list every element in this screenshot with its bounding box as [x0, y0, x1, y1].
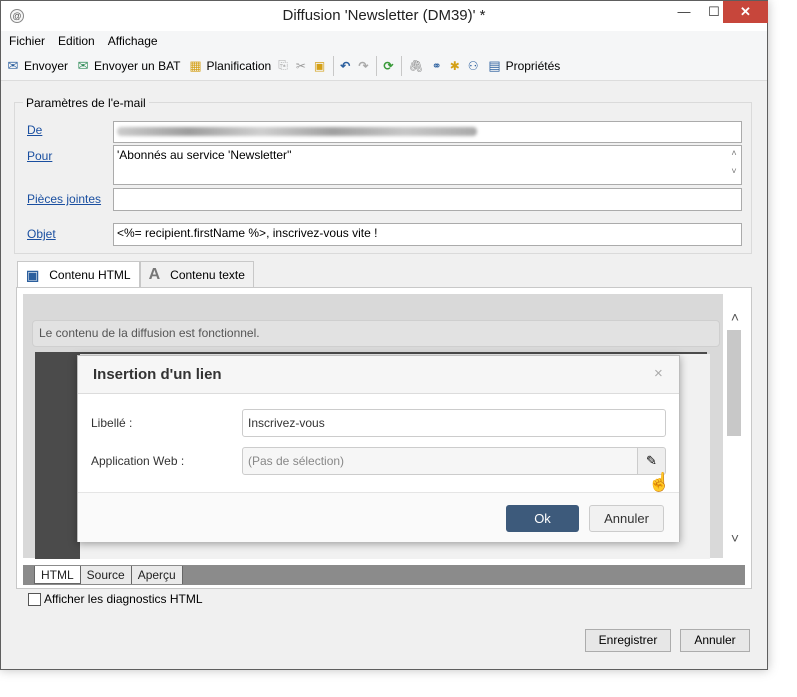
paste-icon[interactable]: ▣: [314, 59, 325, 73]
dialog-cancel-button[interactable]: Annuler: [589, 505, 664, 532]
from-link[interactable]: De: [27, 123, 42, 137]
scroll-down-icon[interactable]: ˅: [726, 530, 744, 546]
send-button[interactable]: ✉ Envoyer: [5, 58, 68, 74]
cancel-button[interactable]: Annuler: [680, 629, 750, 652]
copy-icon[interactable]: ⎘: [278, 58, 288, 73]
subject-link[interactable]: Objet: [27, 227, 56, 241]
label-input[interactable]: Inscrivez-vous: [242, 409, 666, 437]
title-bar: @ Diffusion 'Newsletter (DM39)' * — ☐ ✕: [1, 1, 768, 31]
attachment-icon[interactable]: 🖇: [408, 59, 423, 73]
to-link[interactable]: Pour: [27, 149, 52, 163]
menu-bar: Fichier Edition Affichage: [1, 31, 767, 51]
menu-fichier[interactable]: Fichier: [9, 34, 45, 48]
tab-text-content[interactable]: A Contenu texte: [139, 261, 254, 287]
to-field[interactable]: 'Abonnés au service 'Newsletter'' ˄ ˅: [113, 145, 742, 185]
label-field-label: Libellé :: [91, 416, 133, 430]
hand-cursor-icon: ☝: [648, 472, 671, 492]
tracking-icon[interactable]: ⚇: [468, 59, 479, 73]
content-tabs: ▣ Contenu HTML A Contenu texte: [17, 261, 254, 288]
dialog-title: Insertion d'un lien: [93, 366, 222, 383]
dialog-header: Insertion d'un lien ×: [78, 356, 679, 394]
diagnostics-label: Afficher les diagnostics HTML: [44, 592, 203, 606]
send-label: Envoyer: [24, 58, 69, 73]
send-proof-label: Envoyer un BAT: [94, 58, 181, 73]
diagnostics-option[interactable]: Afficher les diagnostics HTML: [28, 592, 203, 606]
blurred-address: [117, 127, 477, 136]
gift-icon[interactable]: ✱: [450, 59, 460, 73]
editor-scroll-thumb[interactable]: [727, 330, 741, 436]
webapp-input[interactable]: (Pas de sélection): [242, 447, 638, 475]
text-a-icon: A: [148, 265, 161, 283]
email-parameters-title: Paramètres de l'e-mail: [23, 96, 149, 110]
menu-affichage[interactable]: Affichage: [108, 34, 158, 48]
email-parameters-group: Paramètres de l'e-mail De Pour 'Abonnés …: [14, 96, 752, 254]
send-proof-button[interactable]: ✉ Envoyer un BAT: [75, 57, 181, 74]
link-icon[interactable]: ⚭: [432, 59, 442, 73]
cut-icon[interactable]: ✂: [296, 59, 306, 73]
calendar-icon: ▦: [189, 57, 202, 73]
pencil-icon[interactable]: ✎: [637, 447, 666, 475]
diagnostics-checkbox[interactable]: [28, 592, 41, 606]
status-message: Le contenu de la diffusion est fonctionn…: [32, 320, 720, 347]
properties-label: Propriétés: [505, 58, 561, 73]
editor-mode-bar: HTML Source Aperçu: [23, 565, 745, 585]
webapp-field-label: Application Web :: [91, 454, 185, 468]
close-button[interactable]: ✕: [723, 1, 768, 23]
refresh-icon[interactable]: ⟳: [383, 59, 393, 73]
scroll-up-icon[interactable]: ˄: [726, 309, 744, 325]
to-value: 'Abonnés au service 'Newsletter'': [117, 148, 292, 162]
tab-html-label: Contenu HTML: [49, 268, 131, 282]
tab-html-content[interactable]: ▣ Contenu HTML: [17, 261, 140, 288]
redo-icon[interactable]: ↷: [358, 59, 368, 73]
envelope-icon: ✉: [7, 57, 19, 73]
properties-button[interactable]: ▤ Propriétés: [487, 57, 561, 74]
to-field-scrollbar[interactable]: ˄ ˅: [727, 146, 741, 184]
subject-field[interactable]: <%= recipient.firstName %>, inscrivez-vo…: [113, 223, 742, 246]
toolbar-separator: [333, 55, 335, 76]
toolbar: ✉ Envoyer ✉ Envoyer un BAT ▦ Planificati…: [1, 51, 767, 81]
html-doc-icon: ▣: [26, 266, 40, 283]
window-title: Diffusion 'Newsletter (DM39)' *: [282, 7, 486, 24]
ok-button[interactable]: Ok: [506, 505, 579, 532]
minimize-button[interactable]: —: [669, 1, 699, 23]
undo-icon[interactable]: ↶: [340, 59, 350, 73]
mode-source[interactable]: Source: [80, 566, 132, 584]
insert-link-dialog: Insertion d'un lien × Libellé : Inscrive…: [77, 355, 680, 542]
envelope-check-icon: ✉: [77, 57, 89, 73]
tab-text-label: Contenu texte: [170, 267, 245, 282]
save-button[interactable]: Enregistrer: [585, 629, 671, 652]
mode-preview[interactable]: Aperçu: [131, 566, 183, 584]
from-field[interactable]: [113, 121, 742, 143]
menu-edition[interactable]: Edition: [58, 34, 95, 48]
dialog-footer: Ok Annuler: [78, 492, 679, 542]
mode-html[interactable]: HTML: [34, 566, 81, 584]
attachments-link[interactable]: Pièces jointes: [27, 192, 101, 206]
schedule-label: Planification: [206, 58, 272, 73]
attachments-field[interactable]: [113, 188, 742, 211]
toolbar-separator: [401, 55, 403, 76]
dialog-close-icon[interactable]: ×: [654, 365, 663, 382]
clipboard-icon: ▤: [488, 57, 501, 73]
toolbar-separator: [376, 55, 378, 76]
schedule-button[interactable]: ▦ Planification: [188, 57, 272, 74]
